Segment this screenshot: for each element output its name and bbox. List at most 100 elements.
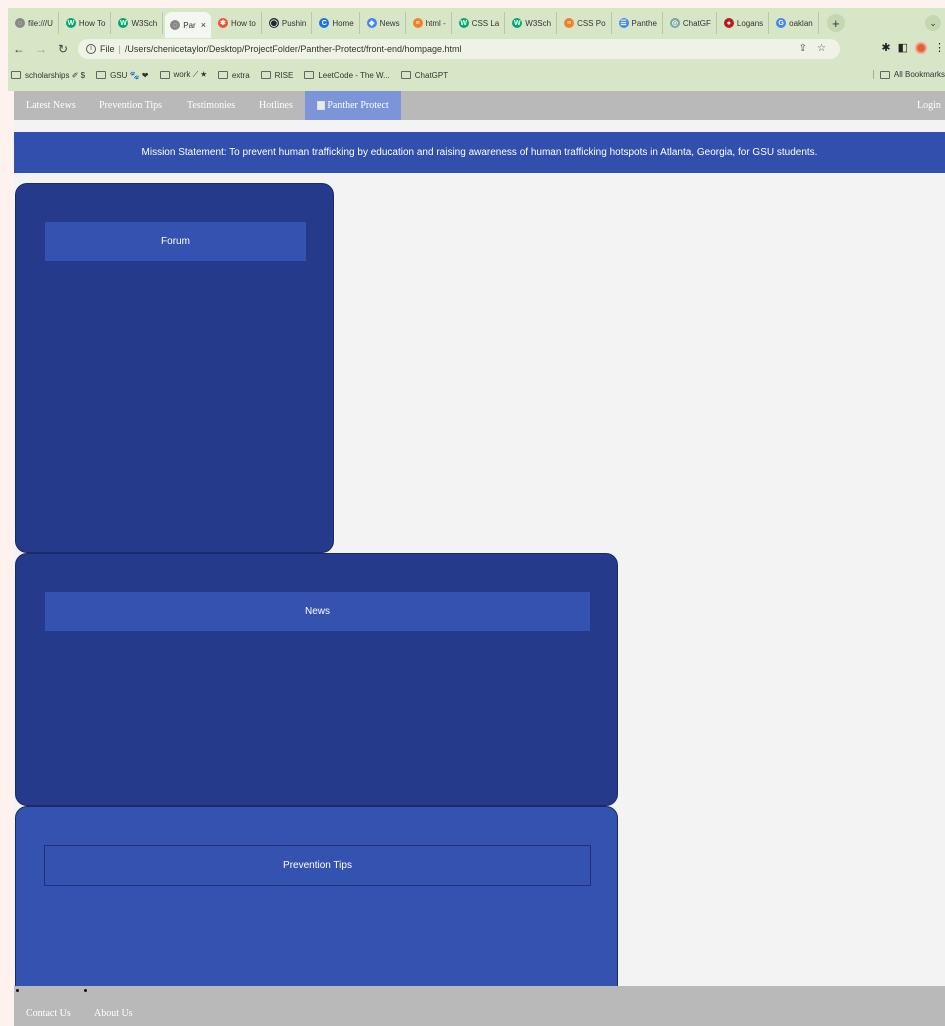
browser-tab[interactable]: W How To xyxy=(61,12,112,34)
tab-label: News xyxy=(379,18,400,28)
tab-label: CSS La xyxy=(471,18,500,28)
tab-favicon-icon: ◌ xyxy=(15,18,25,28)
tab-label: Par xyxy=(183,20,196,30)
browser-tab[interactable]: W W3Sch xyxy=(507,12,558,34)
folder-icon xyxy=(11,71,21,79)
extensions-icon[interactable]: ✱ xyxy=(881,41,890,54)
browser-tab[interactable]: W CSS La xyxy=(454,12,506,34)
news-card: News xyxy=(15,553,618,806)
bookmark-label: RISE xyxy=(274,70,294,80)
tab-favicon-icon: ≡ xyxy=(564,18,575,28)
folder-icon xyxy=(304,71,315,79)
bookmarks-bar: scholarships ✐ $ GSU 🐾 ❤ work ⟋ ★ extra RISE… xyxy=(8,64,945,86)
bookmark-item[interactable]: LeetCode - The W... xyxy=(304,70,390,80)
address-bar[interactable]: i File | /Users/chenicetaylor/Desktop/Pr… xyxy=(78,39,840,59)
browser-tab[interactable]: ◎ ChatGF xyxy=(665,12,717,34)
forward-icon[interactable]: → xyxy=(34,42,48,56)
tab-label: ChatGF xyxy=(682,18,711,28)
browser-tab[interactable]: ✱ How to xyxy=(213,12,262,34)
tab-favicon-icon: ◎ xyxy=(669,18,680,28)
bookmark-item[interactable]: scholarships ✐ $ xyxy=(11,71,85,80)
bookmark-label: scholarships ✐ $ xyxy=(25,70,86,80)
nav-latest-news[interactable]: Latest News xyxy=(26,91,76,120)
profile-avatar-icon[interactable] xyxy=(915,41,927,54)
nav-brand-logo[interactable]: Panther Protect xyxy=(305,91,401,120)
tab-label: Logans xyxy=(736,18,764,28)
tab-label: oaklan xyxy=(789,18,813,28)
browser-tab[interactable]: ☰ Panthe xyxy=(614,12,663,34)
share-icon[interactable]: ⇪ xyxy=(799,43,807,54)
browser-toolbar: ← → ↻ i File | /Users/chenicetaylor/Desk… xyxy=(8,38,945,60)
folder-icon xyxy=(400,71,411,79)
footer-contact-link[interactable]: Contact Us xyxy=(26,1008,71,1019)
browser-tab[interactable]: ≡ CSS Po xyxy=(559,12,612,34)
tab-label: W3Sch xyxy=(525,18,552,28)
tab-favicon-icon: ≡ xyxy=(412,18,423,28)
nav-testimonies[interactable]: Testimonies xyxy=(187,91,235,120)
bookmark-star-icon[interactable]: ☆ xyxy=(817,43,826,54)
browser-tab[interactable]: W W3Sch xyxy=(113,12,164,34)
forum-heading[interactable]: Forum xyxy=(45,222,306,261)
tab-label: html - xyxy=(425,18,446,28)
site-info-icon[interactable]: i xyxy=(86,44,96,54)
tab-label: Pushin xyxy=(281,18,307,28)
tab-label: W3Sch xyxy=(131,18,158,28)
folder-icon xyxy=(260,71,271,79)
browser-tab[interactable]: ◆ News xyxy=(362,12,406,34)
tab-favicon-icon: ✱ xyxy=(217,18,228,28)
forum-card: Forum xyxy=(15,183,334,553)
list-bullet xyxy=(84,989,87,992)
nav-login[interactable]: Login xyxy=(917,91,941,120)
bookmark-item[interactable]: ChatGPT xyxy=(400,70,449,80)
browser-tab[interactable]: ◌ Par × xyxy=(165,12,211,38)
mission-statement: Mission Statement: To prevent human traf… xyxy=(14,132,945,173)
tab-label: Home xyxy=(332,18,354,28)
tab-favicon-icon: W xyxy=(512,18,523,28)
tab-favicon-icon: ☰ xyxy=(618,18,629,28)
tab-search-icon[interactable]: ⌄ xyxy=(925,15,941,31)
reload-icon[interactable]: ↻ xyxy=(56,42,70,56)
bookmark-item[interactable]: extra xyxy=(217,70,250,80)
tab-favicon-icon: C xyxy=(319,18,330,28)
back-icon[interactable]: ← xyxy=(12,42,26,56)
broken-image-icon xyxy=(317,101,326,110)
bookmark-label: work ⟋ ★ xyxy=(173,70,207,79)
nav-prevention-tips[interactable]: Prevention Tips xyxy=(99,91,162,120)
bookmark-item[interactable]: work ⟋ ★ xyxy=(159,70,207,80)
close-tab-icon[interactable]: × xyxy=(201,20,206,30)
nav-hotlines[interactable]: Hotlines xyxy=(259,91,293,120)
footer-about-link[interactable]: About Us xyxy=(94,1008,133,1019)
tab-favicon-icon: W xyxy=(65,18,76,28)
list-bullet xyxy=(16,989,19,992)
brand-alt-text: Panther Protect xyxy=(327,100,389,111)
browser-tab[interactable]: ◯ Pushin xyxy=(264,12,313,34)
menu-icon[interactable]: ⋮ xyxy=(934,41,945,54)
browser-tab[interactable]: ● Logans xyxy=(719,12,770,34)
tab-strip: ◌ file:///U W How To W W3Sch ◌ Par × ✱ How to ◯ Push… xyxy=(8,8,945,38)
tab-label: CSS Po xyxy=(577,18,606,28)
browser-tab[interactable]: ◌ file:///U xyxy=(10,12,59,34)
top-nav: Latest News Prevention Tips Testimonies … xyxy=(14,91,945,120)
all-bookmarks[interactable]: All Bookmarks xyxy=(872,70,945,79)
folder-icon xyxy=(96,71,107,79)
prevention-heading[interactable]: Prevention Tips xyxy=(44,845,591,886)
browser-tab[interactable]: ≡ html - xyxy=(408,12,452,34)
url-separator: | xyxy=(118,44,121,54)
bookmark-item[interactable]: GSU 🐾 ❤ xyxy=(96,71,149,80)
bookmark-label: extra xyxy=(231,70,250,80)
sidepanel-icon[interactable]: ◧ xyxy=(898,41,908,54)
tab-favicon-icon: ◆ xyxy=(366,18,377,28)
bookmark-label: LeetCode - The W... xyxy=(318,70,390,80)
news-heading[interactable]: News xyxy=(45,592,590,631)
folder-icon xyxy=(879,70,890,79)
tab-label: Panthe xyxy=(631,18,657,28)
new-tab-icon[interactable]: + xyxy=(826,14,845,32)
tab-favicon-icon: W xyxy=(458,18,469,28)
browser-tab[interactable]: C Home xyxy=(314,12,360,34)
browser-chrome: ◌ file:///U W How To W W3Sch ◌ Par × ✱ How to ◯ Push… xyxy=(8,8,945,91)
all-bookmarks-label: All Bookmarks xyxy=(893,70,945,79)
bookmark-item[interactable]: RISE xyxy=(260,70,294,80)
tab-label: file:///U xyxy=(28,18,53,28)
browser-tab[interactable]: Goaklan xyxy=(771,12,819,34)
bookmark-label: ChatGPT xyxy=(414,70,449,80)
